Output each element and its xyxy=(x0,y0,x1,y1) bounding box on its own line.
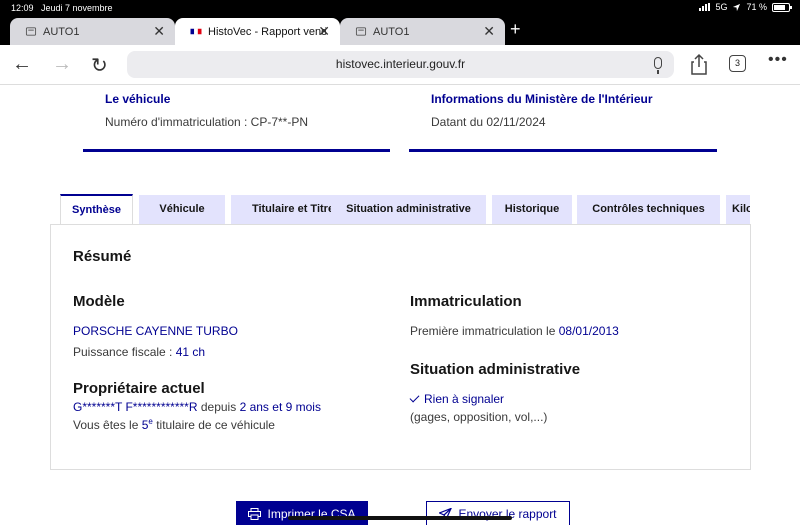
owner-heading: Propriétaire actuel xyxy=(73,380,205,397)
french-flag-icon xyxy=(190,28,202,35)
model-heading: Modèle xyxy=(73,293,125,310)
report-tabs: Synthèse Véhicule Titulaire et Titre Sit… xyxy=(60,194,750,224)
admin-status: Rien à signaler xyxy=(409,392,505,406)
first-registration: Première immatriculation le 08/01/2013 xyxy=(410,324,619,338)
url-text: histovec.interieur.gouv.fr xyxy=(335,57,466,71)
summary-title: Résumé xyxy=(73,248,132,265)
vehicle-card-title: Le véhicule xyxy=(105,92,171,106)
forward-arrow-icon[interactable]: → xyxy=(52,53,72,76)
tab-situation-administrative[interactable]: Situation administrative xyxy=(331,195,486,224)
new-tab-icon[interactable]: + xyxy=(510,19,521,40)
owner-since-value: 2 ans et 9 mois xyxy=(239,400,321,414)
back-arrow-icon[interactable]: ← xyxy=(12,53,32,76)
owner-line: G*******T F************R depuis 2 ans et… xyxy=(73,400,321,414)
signal-icon xyxy=(699,3,711,11)
battery-icon xyxy=(772,2,792,12)
owner-rank-suffix: titulaire de ce véhicule xyxy=(156,418,275,432)
check-icon xyxy=(409,392,420,403)
tab-historique[interactable]: Historique xyxy=(492,195,572,224)
browser-tab-label: AUTO1 xyxy=(43,26,80,38)
data-date: Datant du 02/11/2024 xyxy=(431,115,546,129)
tab-synthese[interactable]: Synthèse xyxy=(60,194,133,224)
address-bar: ← → ↻ histovec.interieur.gouv.fr 3 ••• xyxy=(0,45,800,85)
close-icon[interactable]: ✕ xyxy=(483,23,495,40)
network-label: 5G xyxy=(715,2,728,12)
admin-status-text: Rien à signaler xyxy=(424,392,505,406)
fiscal-power-label: Puissance fiscale : xyxy=(73,345,173,359)
browser-tab-label: AUTO1 xyxy=(373,26,410,38)
summary-panel: Résumé Modèle PORSCHE CAYENNE TURBO Puis… xyxy=(50,224,751,470)
battery-percent: 71 % xyxy=(746,2,767,12)
close-icon[interactable]: ✕ xyxy=(318,23,330,40)
status-time: 12:09 xyxy=(11,3,34,13)
browser-tab-2[interactable]: HistoVec - Rapport vendeur ✕ xyxy=(175,18,340,45)
status-date: Jeudi 7 novembre xyxy=(41,3,113,13)
location-icon xyxy=(733,3,741,11)
tabs-count-button[interactable]: 3 xyxy=(729,55,746,72)
browser-tab-bar: AUTO1 ✕ HistoVec - Rapport vendeur ✕ AUT… xyxy=(0,17,800,45)
owner-since-label: depuis xyxy=(200,400,237,414)
home-indicator[interactable] xyxy=(288,516,512,520)
registration-heading: Immatriculation xyxy=(410,293,522,310)
status-bar: 12:09 Jeudi 7 novembre 5G 71 % xyxy=(0,0,800,17)
more-menu-icon[interactable]: ••• xyxy=(768,51,788,69)
microphone-icon[interactable] xyxy=(654,57,662,74)
tab-controles-techniques[interactable]: Contrôles techniques xyxy=(577,195,720,224)
owner-name: G*******T F************R xyxy=(73,400,198,414)
close-icon[interactable]: ✕ xyxy=(153,23,165,40)
browser-tab-3[interactable]: AUTO1 ✕ xyxy=(340,18,505,45)
share-icon[interactable] xyxy=(691,53,707,75)
ministry-card: Informations du Ministère de l'Intérieur… xyxy=(409,85,717,152)
vehicle-card: Le véhicule Numéro d'immatriculation : C… xyxy=(83,85,390,152)
page-icon xyxy=(355,27,367,36)
admin-details: (gages, opposition, vol,...) xyxy=(410,410,548,424)
owner-rank-prefix: Vous êtes le xyxy=(73,418,139,432)
browser-tab-label: HistoVec - Rapport vendeur xyxy=(208,26,326,38)
print-csa-button[interactable]: Imprimer le CSA xyxy=(236,501,368,525)
admin-heading: Situation administrative xyxy=(410,361,581,378)
owner-rank-number: 5e xyxy=(141,417,153,432)
send-report-button[interactable]: Envoyer le rapport xyxy=(426,501,570,525)
printer-icon xyxy=(248,508,262,520)
first-registration-label: Première immatriculation le xyxy=(410,324,556,338)
status-indicators: 5G 71 % xyxy=(699,2,792,12)
fiscal-power-value: 41 ch xyxy=(175,345,206,359)
owner-rank: Vous êtes le 5e titulaire de ce véhicule xyxy=(73,417,275,432)
tab-vehicule[interactable]: Véhicule xyxy=(139,195,225,224)
fiscal-power: Puissance fiscale : 41 ch xyxy=(73,345,205,359)
page-icon xyxy=(25,27,37,36)
ministry-card-title: Informations du Ministère de l'Intérieur xyxy=(431,92,653,106)
model-name: PORSCHE CAYENNE TURBO xyxy=(73,324,238,338)
tab-kilometrage[interactable]: Kilo xyxy=(726,195,750,224)
registration-number: Numéro d'immatriculation : CP-7**-PN xyxy=(105,115,309,129)
browser-tab-1[interactable]: AUTO1 ✕ xyxy=(10,18,175,45)
reload-icon[interactable]: ↻ xyxy=(91,53,108,78)
first-registration-date: 08/01/2013 xyxy=(558,324,619,338)
url-field[interactable]: histovec.interieur.gouv.fr xyxy=(127,51,674,78)
